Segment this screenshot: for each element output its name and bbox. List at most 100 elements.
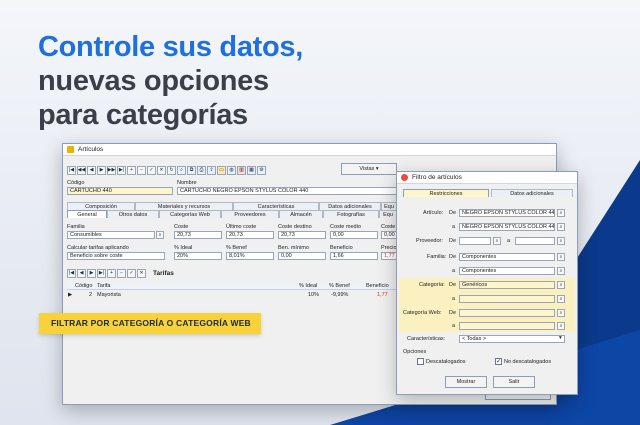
tarifas-next-icon[interactable]: ▶	[87, 268, 96, 278]
beneficio-field[interactable]: 1,66	[330, 252, 378, 260]
confirm-icon[interactable]: ✓	[147, 165, 156, 175]
tarifas-confirm-icon[interactable]: ✓	[127, 268, 136, 278]
coste-destino-label: Coste destino	[278, 224, 312, 230]
pct-benef-field[interactable]: 8,01%	[226, 252, 274, 260]
tab-otros-datos[interactable]: Otros datos	[107, 210, 159, 218]
ben-minimo-field[interactable]: 0,00	[278, 252, 326, 260]
filtro-title: Filtro de artículos	[412, 174, 462, 181]
tarifas-first-icon[interactable]: |◀	[67, 268, 76, 278]
prev-page-icon[interactable]: ◀◀	[77, 165, 86, 175]
tab-equ-1[interactable]: Equ	[381, 202, 397, 210]
proveedor-a-label: a	[507, 238, 511, 244]
proveedor-a-search-icon[interactable]: ⌕	[557, 237, 565, 245]
next-page-icon[interactable]: ▶▶	[107, 165, 116, 175]
descatalogados-checkbox[interactable]	[417, 358, 424, 365]
grid-cell-codigo[interactable]: 2	[89, 292, 92, 298]
folder-icon[interactable]: ▭	[217, 165, 226, 175]
add-icon[interactable]: +	[127, 165, 136, 175]
grid-cell-tarifa[interactable]: Mayorista	[97, 292, 121, 298]
articulos-titlebar: Artículos	[63, 144, 556, 156]
caracteristicas-chevron-down-icon[interactable]: ▾	[559, 335, 562, 341]
last-record-icon[interactable]: ▶|	[117, 165, 126, 175]
tab-fotografias[interactable]: Fotografías	[323, 210, 379, 218]
familia-label: Familia	[67, 224, 85, 230]
categoria-web-a-field[interactable]	[459, 322, 555, 330]
grid-cell-beneficio[interactable]: 1,77	[377, 292, 388, 298]
tab-materiales[interactable]: Materiales y recursos	[135, 202, 233, 210]
export-icon[interactable]: ⇪	[207, 165, 216, 175]
mostrar-button[interactable]: Mostrar	[445, 376, 487, 388]
prev-record-icon[interactable]: ◀	[87, 165, 96, 175]
categoria-de-field[interactable]: Genéricos	[459, 281, 555, 289]
salir-button[interactable]: Salir	[493, 376, 535, 388]
calcular-dropdown[interactable]: Beneficio sobre coste	[67, 252, 165, 260]
nombre-field[interactable]: CARTUCHO NEGRO EPSON STYLUS COLOR 440	[177, 187, 397, 195]
tab-categorias-web[interactable]: Categorías Web	[159, 210, 221, 218]
grid-header-ideal: % Ideal	[299, 283, 318, 289]
tab-general[interactable]: General	[67, 210, 107, 218]
vistas-dropdown[interactable]: Vistas ▾	[341, 163, 397, 175]
proveedor-a-field[interactable]	[515, 237, 555, 245]
headline-line-2: nuevas opciones	[38, 65, 269, 97]
copy-icon[interactable]: ⧉	[187, 165, 196, 175]
tab-equ-2[interactable]: Equ	[379, 210, 397, 218]
calculator-icon[interactable]: ▦	[247, 165, 256, 175]
globe-icon[interactable]: ◍	[227, 165, 236, 175]
caracteristicas-dropdown[interactable]: < Todas >	[459, 335, 565, 343]
coste2-field[interactable]: 0,00	[381, 231, 397, 239]
familia-a-field[interactable]: Componentes	[459, 267, 555, 275]
articulo-de-field[interactable]: NEGRO EPSON STYLUS COLOR 440	[459, 209, 555, 217]
familia-a-search-icon[interactable]: ⌕	[557, 267, 565, 275]
delete-icon[interactable]: −	[137, 165, 146, 175]
tab-almacen[interactable]: Almacén	[279, 210, 323, 218]
tools-icon[interactable]: ⚙	[257, 165, 266, 175]
proveedor-de-field[interactable]	[459, 237, 491, 245]
categoria-web-de-field[interactable]	[459, 309, 555, 317]
coste-medio-field[interactable]: 0,00	[330, 231, 378, 239]
tarifas-prev-icon[interactable]: ◀	[77, 268, 86, 278]
tarifas-delete-icon[interactable]: −	[117, 268, 126, 278]
familia-field[interactable]: Consumibles	[67, 231, 155, 239]
chart-icon[interactable]: ▥	[237, 165, 246, 175]
tarifas-last-icon[interactable]: ▶|	[97, 268, 106, 278]
codigo-field[interactable]: CARTUCHO 440	[67, 187, 173, 195]
print-icon[interactable]: ⎙	[197, 165, 206, 175]
tab-restricciones[interactable]: Restricciones	[403, 189, 489, 197]
coste-destino-field[interactable]: 20,73	[278, 231, 326, 239]
pct-ideal-field[interactable]: 20%	[174, 252, 222, 260]
familia-de-label: De	[449, 254, 457, 260]
categoria-web-a-search-icon[interactable]: ⌕	[557, 322, 565, 330]
categoria-a-field[interactable]	[459, 295, 555, 303]
categoria-web-de-search-icon[interactable]: ⌕	[557, 309, 565, 317]
filtro-titlebar: Filtro de artículos	[397, 172, 577, 184]
cancel-icon[interactable]: ✕	[157, 165, 166, 175]
tab-proveedores[interactable]: Proveedores	[221, 210, 279, 218]
precio-field[interactable]: 1,77	[381, 252, 397, 260]
app-icon	[67, 146, 74, 153]
categoria-a-search-icon[interactable]: ⌕	[557, 295, 565, 303]
grid-cell-ideal[interactable]: 10%	[308, 292, 319, 298]
ultimo-coste-field[interactable]: 20,73	[226, 231, 274, 239]
tab-caracteristicas[interactable]: Características	[233, 202, 319, 210]
tab-composicion[interactable]: Composición	[67, 202, 135, 210]
no-descatalogados-checkbox[interactable]: ✓	[495, 358, 502, 365]
tarifas-add-icon[interactable]: +	[107, 268, 116, 278]
tarifas-cancel-icon[interactable]: ✕	[137, 268, 146, 278]
familia-de-field[interactable]: Componentes	[459, 253, 555, 261]
coste-field[interactable]: 20,73	[174, 231, 222, 239]
next-record-icon[interactable]: ▶	[97, 165, 106, 175]
familia-search-icon[interactable]: ⌕	[156, 231, 164, 239]
refresh-icon[interactable]: ↻	[167, 165, 176, 175]
articulo-de-search-icon[interactable]: ⌕	[557, 209, 565, 217]
tab-datos-adicionales[interactable]: Datos adicionales	[319, 202, 381, 210]
articulo-a-field[interactable]: NEGRO EPSON STYLUS COLOR 440	[459, 223, 555, 231]
articulo-a-search-icon[interactable]: ⌕	[557, 223, 565, 231]
categoria-web-de-label: De	[449, 310, 457, 316]
proveedor-de-search-icon[interactable]: ⌕	[493, 237, 501, 245]
first-record-icon[interactable]: |◀	[67, 165, 76, 175]
tab-filtro-datos-adicionales[interactable]: Datos adicionales	[491, 189, 573, 197]
familia-de-search-icon[interactable]: ⌕	[557, 253, 565, 261]
categoria-de-search-icon[interactable]: ⌕	[557, 281, 565, 289]
grid-cell-benef[interactable]: -9,99%	[331, 292, 348, 298]
search-icon[interactable]: ⌕	[177, 165, 186, 175]
